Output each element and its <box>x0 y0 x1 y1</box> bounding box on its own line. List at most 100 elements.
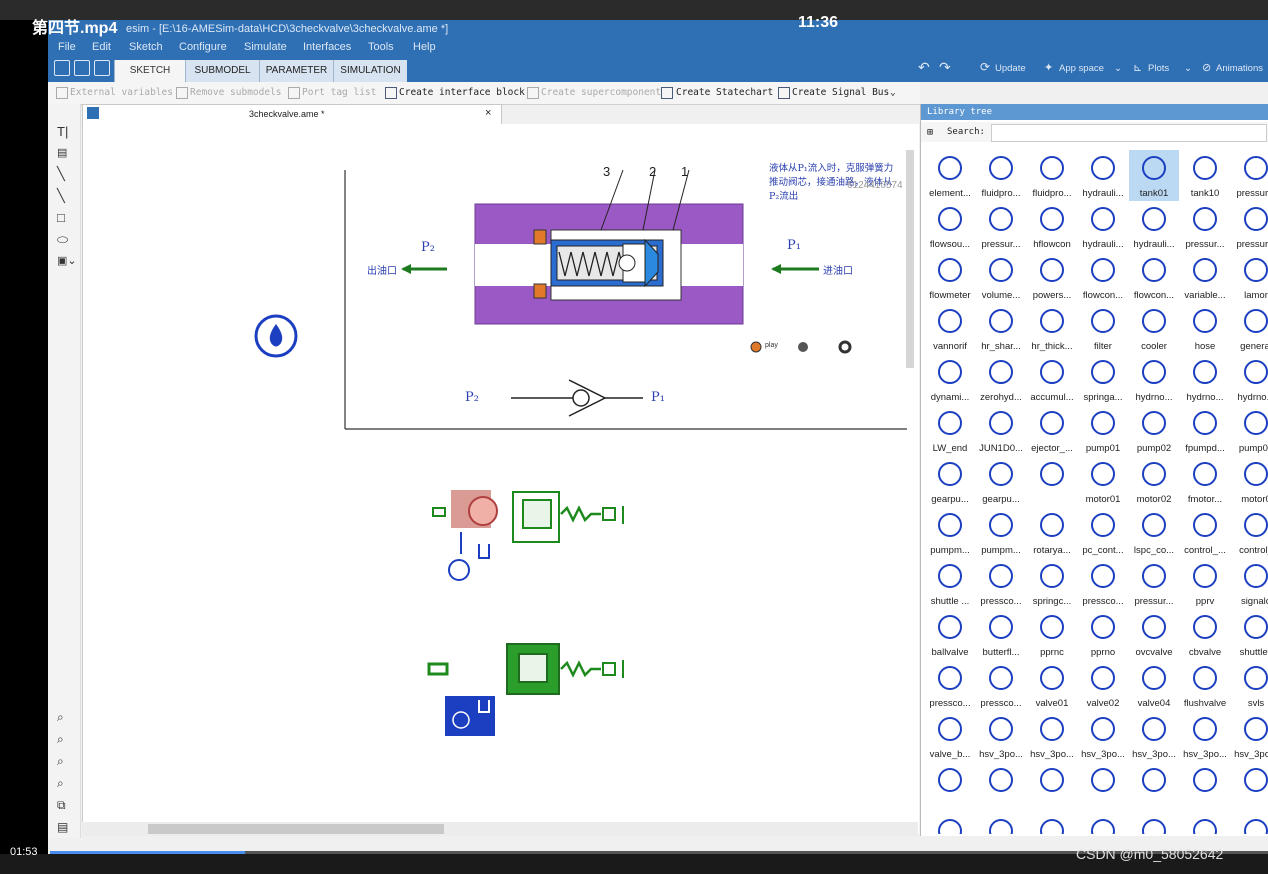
library-item[interactable]: hsv_3po... <box>976 711 1026 762</box>
library-item[interactable]: svls <box>1231 660 1268 711</box>
library-item[interactable] <box>1129 762 1179 813</box>
library-item[interactable]: pprno <box>1078 609 1128 660</box>
document-tab[interactable]: 3checkvalve.ame * × <box>82 104 502 126</box>
library-item[interactable]: fluidpro... <box>976 150 1026 201</box>
save-icon[interactable] <box>94 60 110 76</box>
external-variables-button[interactable]: External variables <box>70 87 173 98</box>
menu-file[interactable]: File <box>58 41 76 53</box>
library-item[interactable]: flowmeter <box>925 252 975 303</box>
library-item[interactable]: pressur... <box>976 201 1026 252</box>
menu-simulate[interactable]: Simulate <box>244 41 287 53</box>
library-item[interactable]: pumpm... <box>976 507 1026 558</box>
undo-icon[interactable]: ↶ <box>918 59 930 76</box>
library-item[interactable]: shuttle ... <box>925 558 975 609</box>
tab-sketch[interactable]: SKETCH <box>114 60 185 82</box>
library-item[interactable]: hydrauli... <box>1078 150 1128 201</box>
library-item[interactable]: pc_cont... <box>1078 507 1128 558</box>
library-item[interactable]: hsv_3po... <box>1180 711 1230 762</box>
library-item[interactable]: lamor <box>1231 252 1268 303</box>
library-item[interactable]: hsv_3po... <box>976 813 1026 834</box>
library-item[interactable] <box>1180 762 1230 813</box>
line-tool-icon[interactable]: ╲ <box>57 166 65 182</box>
library-item[interactable]: tank01 <box>1129 150 1179 201</box>
new-file-icon[interactable] <box>54 60 70 76</box>
ellipse-tool-icon[interactable]: ⬭ <box>57 232 68 248</box>
library-item[interactable]: flushvalve <box>1180 660 1230 711</box>
text-tool-icon[interactable]: T| <box>57 124 68 139</box>
library-item[interactable]: valve02 <box>1078 660 1128 711</box>
animations-button[interactable]: Animations <box>1216 63 1263 74</box>
library-item[interactable]: shuttlev <box>1231 609 1268 660</box>
sketch-canvas[interactable]: 3 2 1 P₂ 出油口 P₁ 进油口 液体从P₁流入时，克服弹簧力推动阀芯，接… <box>82 124 919 834</box>
library-item[interactable]: lspc_co... <box>1129 507 1179 558</box>
library-item[interactable]: pressco... <box>1078 558 1128 609</box>
library-item[interactable]: hydrauli... <box>1129 201 1179 252</box>
library-item[interactable]: control_... <box>1180 507 1230 558</box>
close-tab-icon[interactable]: × <box>485 107 491 119</box>
library-item[interactable]: fluidpro... <box>1027 150 1077 201</box>
library-item[interactable]: valve_b... <box>925 711 975 762</box>
library-item[interactable]: valve04 <box>1129 660 1179 711</box>
tab-simulation[interactable]: SIMULATION <box>333 60 407 82</box>
library-item[interactable]: flowsou... <box>925 201 975 252</box>
library-item[interactable]: valve01 <box>1027 660 1077 711</box>
create-supercomponent-button[interactable]: Create supercomponent <box>541 87 661 98</box>
library-item[interactable]: hr_shar... <box>976 303 1026 354</box>
library-item[interactable]: hsv_3po... <box>1027 813 1077 834</box>
library-item[interactable]: hydrno... <box>1129 354 1179 405</box>
library-item[interactable]: fmotor... <box>1180 456 1230 507</box>
library-item[interactable]: hsv_3po... <box>1180 813 1230 834</box>
library-item[interactable]: tank10 <box>1180 150 1230 201</box>
library-item[interactable]: ejector_... <box>1027 405 1077 456</box>
library-item[interactable]: ballvalve <box>925 609 975 660</box>
library-item[interactable] <box>925 762 975 813</box>
redo-icon[interactable]: ↷ <box>939 59 951 76</box>
tab-parameter[interactable]: PARAMETER <box>259 60 333 82</box>
horizontal-scroll-thumb[interactable] <box>148 824 444 834</box>
library-item[interactable]: hsv_3po... <box>925 813 975 834</box>
remove-submodels-button[interactable]: Remove submodels <box>190 87 282 98</box>
library-item[interactable]: pressco... <box>976 558 1026 609</box>
library-item[interactable]: general <box>1231 303 1268 354</box>
plots-dropdown-icon[interactable]: ⌄ <box>1184 63 1192 74</box>
library-item[interactable]: hr_thick... <box>1027 303 1077 354</box>
library-item[interactable]: pressco... <box>925 660 975 711</box>
library-item[interactable]: rotarya... <box>1027 507 1077 558</box>
library-item[interactable]: gearpu... <box>925 456 975 507</box>
arrow-tool-icon[interactable]: ╲ <box>57 188 65 204</box>
app-space-button[interactable]: App space <box>1059 63 1104 74</box>
library-item[interactable]: hsv_3po... <box>1027 711 1077 762</box>
menu-configure[interactable]: Configure <box>179 41 227 53</box>
library-search-input[interactable] <box>991 124 1267 142</box>
library-item[interactable]: hsv_3po... <box>1129 711 1179 762</box>
zoom-area-icon[interactable]: ⌕ <box>57 776 64 791</box>
library-item[interactable]: hflowcon <box>1027 201 1077 252</box>
zoom-out-icon[interactable]: ⌕ <box>57 754 64 769</box>
library-item[interactable]: springc... <box>1027 558 1077 609</box>
library-item[interactable]: pressur... <box>1180 201 1230 252</box>
library-item[interactable]: dynami... <box>925 354 975 405</box>
library-item[interactable]: hsv_3po... <box>1078 711 1128 762</box>
library-item[interactable]: butterfl... <box>976 609 1026 660</box>
library-item[interactable]: hsv_3po... <box>1078 813 1128 834</box>
library-item[interactable]: hsv_3po... <box>1231 711 1268 762</box>
library-item[interactable]: hsv_3po... <box>1231 813 1268 834</box>
library-item[interactable]: hose <box>1180 303 1230 354</box>
library-item[interactable]: volume... <box>976 252 1026 303</box>
library-item[interactable]: signalo <box>1231 558 1268 609</box>
port-tag-list-button[interactable]: Port tag list <box>302 87 376 98</box>
menu-sketch[interactable]: Sketch <box>129 41 163 53</box>
library-item[interactable]: cooler <box>1129 303 1179 354</box>
print-view-icon[interactable]: ▤ <box>57 820 68 834</box>
library-item[interactable]: pressur... <box>1129 558 1179 609</box>
library-item[interactable]: pumpm... <box>925 507 975 558</box>
library-item[interactable] <box>1078 762 1128 813</box>
library-item[interactable] <box>1027 456 1077 507</box>
library-item[interactable]: element... <box>925 150 975 201</box>
library-item[interactable]: pump03 <box>1231 405 1268 456</box>
create-interface-block-button[interactable]: Create interface block <box>399 87 525 98</box>
library-item[interactable]: pressco... <box>976 660 1026 711</box>
library-item[interactable]: hydrno... <box>1180 354 1230 405</box>
open-folder-icon[interactable] <box>74 60 90 76</box>
library-item[interactable]: vannorif <box>925 303 975 354</box>
